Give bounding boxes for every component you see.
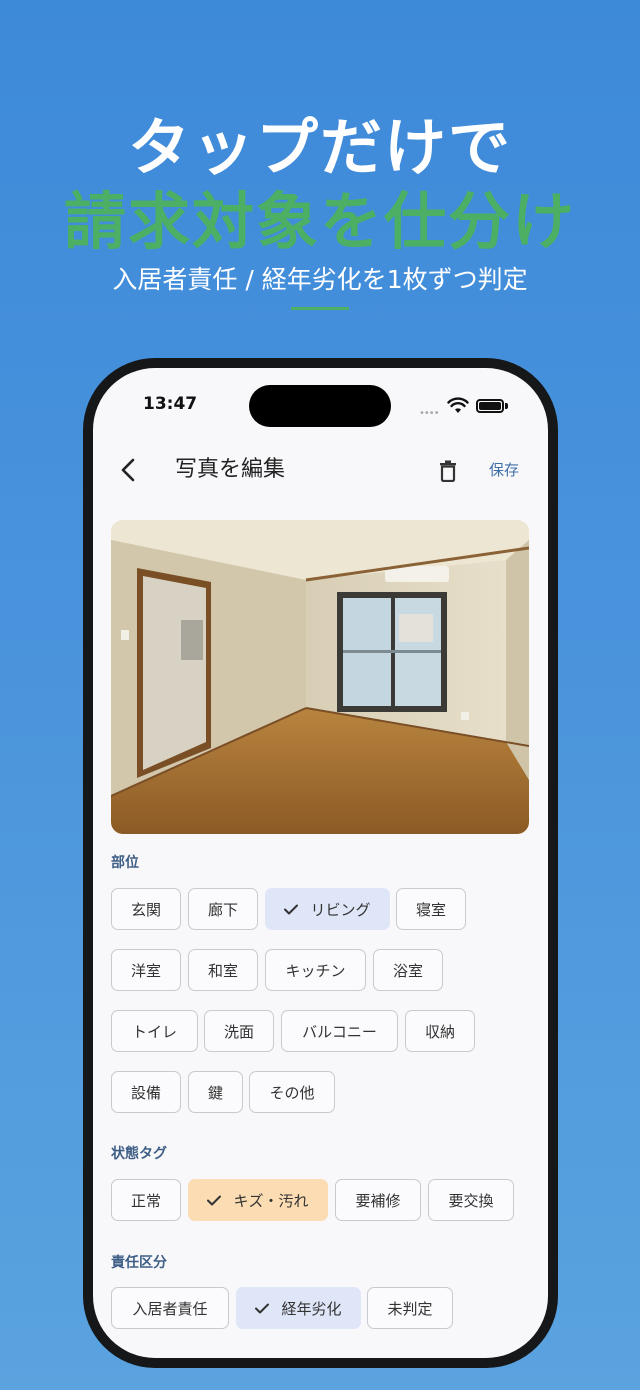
dynamic-island — [249, 385, 391, 427]
chip-location-toilet[interactable]: トイレ — [111, 1010, 198, 1052]
condition-section-label: 状態タグ — [111, 1146, 167, 1162]
chip-condition-replace[interactable]: 要交換 — [428, 1179, 514, 1221]
room-photo[interactable] — [111, 520, 529, 834]
room-photo-image — [111, 520, 529, 834]
chip-responsibility-undetermined[interactable]: 未判定 — [367, 1287, 453, 1329]
phone-frame: 13:47 •••• 写真を編集 保存 部位 玄関 廊下 リビング 寝室 洋室 … — [83, 358, 558, 1368]
chip-responsibility-tenant[interactable]: 入居者責任 — [111, 1287, 229, 1329]
status-time: 13:47 — [143, 394, 198, 414]
chip-location-kitchen[interactable]: キッチン — [265, 949, 366, 991]
signal-icon: •••• — [419, 408, 440, 419]
navigation-bar: 写真を編集 保存 — [93, 448, 548, 492]
trash-icon — [440, 460, 456, 482]
chip-location-genkan[interactable]: 玄関 — [111, 888, 181, 930]
chevron-left-icon — [121, 458, 135, 482]
chip-location-shuunou[interactable]: 収納 — [405, 1010, 475, 1052]
chip-location-shinshitsu[interactable]: 寝室 — [396, 888, 466, 930]
check-icon — [255, 1303, 270, 1314]
chip-responsibility-aging[interactable]: 経年劣化 — [236, 1287, 361, 1329]
chip-condition-damage[interactable]: キズ・汚れ — [188, 1179, 328, 1221]
chip-location-rouka[interactable]: 廊下 — [188, 888, 258, 930]
chip-location-sonota[interactable]: その他 — [249, 1071, 335, 1113]
chip-location-senmen[interactable]: 洗面 — [204, 1010, 274, 1052]
chip-location-balcony[interactable]: バルコニー — [281, 1010, 398, 1052]
back-button[interactable] — [113, 454, 143, 486]
save-button[interactable]: 保存 — [489, 458, 519, 482]
wifi-icon — [447, 397, 469, 413]
chip-location-washitsu[interactable]: 和室 — [188, 949, 258, 991]
hero-title-line2: 請求対象を仕分け — [63, 185, 576, 258]
phone-screen: 13:47 •••• 写真を編集 保存 部位 玄関 廊下 リビング 寝室 洋室 … — [93, 368, 548, 1358]
check-icon — [284, 904, 299, 915]
hero-title-line1: タップだけで — [127, 111, 512, 184]
chip-condition-repair[interactable]: 要補修 — [335, 1179, 421, 1221]
chip-location-setsubi[interactable]: 設備 — [111, 1071, 181, 1113]
delete-button[interactable] — [433, 456, 463, 486]
hero-divider — [291, 307, 349, 310]
hero-subtitle: 入居者責任 / 経年劣化を1枚ずつ判定 — [112, 265, 528, 294]
chip-location-living[interactable]: リビング — [265, 888, 390, 930]
location-section-label: 部位 — [111, 855, 139, 871]
battery-icon — [476, 399, 504, 413]
responsibility-section-label: 責任区分 — [111, 1255, 167, 1271]
check-icon — [207, 1195, 222, 1206]
chip-location-yokushitsu[interactable]: 浴室 — [373, 949, 443, 991]
chip-location-youshitsu[interactable]: 洋室 — [111, 949, 181, 991]
chip-condition-normal[interactable]: 正常 — [111, 1179, 181, 1221]
chip-location-kagi[interactable]: 鍵 — [188, 1071, 243, 1113]
page-title: 写真を編集 — [175, 457, 286, 482]
battery-cap — [505, 403, 508, 409]
